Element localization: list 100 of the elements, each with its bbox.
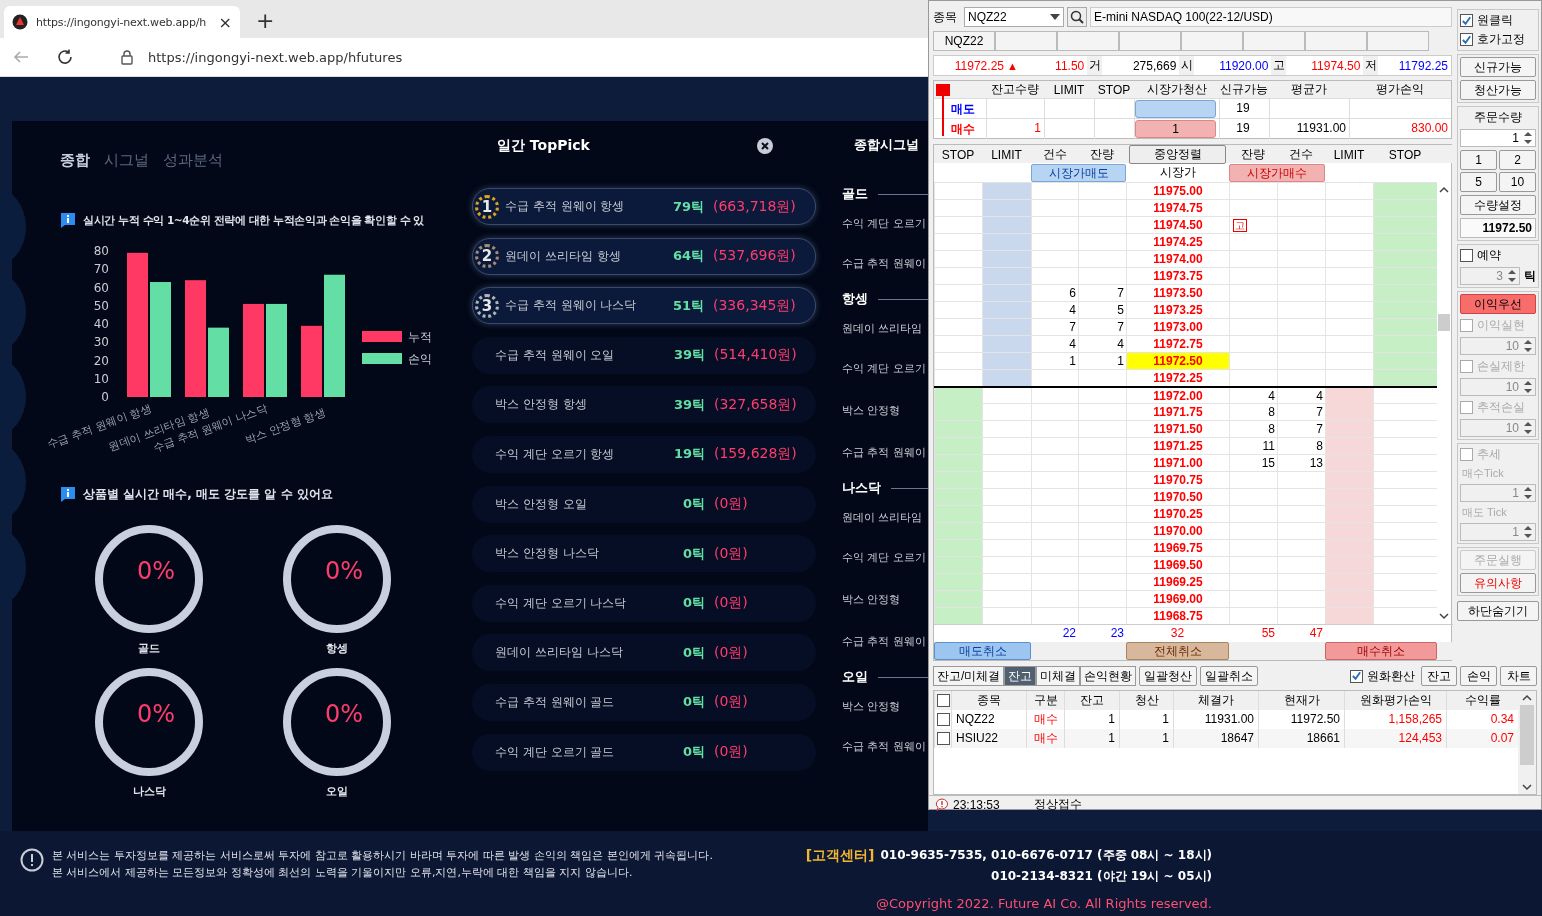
price-cell[interactable]: 11969.00	[1126, 591, 1229, 607]
price-cell[interactable]: 11969.50	[1126, 557, 1229, 573]
symbol-slot-button[interactable]: NQZ22	[933, 31, 995, 51]
order-cell[interactable]	[1325, 506, 1373, 522]
order-cell[interactable]	[1373, 285, 1437, 301]
preset-button[interactable]: 1	[1460, 150, 1497, 170]
ranking-item[interactable]: 박스 안정형 항셍 39틱 (327,658원)	[472, 386, 816, 424]
symbol-slot-button[interactable]	[995, 31, 1057, 51]
page-tab[interactable]: 종합	[60, 151, 90, 170]
ranking-item[interactable]: 1 수급 추적 원웨이 항셍 79틱 (663,718원)	[472, 188, 816, 225]
new-tab-button[interactable]: +	[248, 6, 283, 38]
preset-button[interactable]: 5	[1460, 172, 1497, 192]
order-cell[interactable]	[982, 251, 1031, 267]
symbol-slot-button[interactable]	[1181, 31, 1243, 51]
order-cell[interactable]	[1325, 557, 1373, 573]
dropdown-arrow-icon[interactable]	[1050, 14, 1060, 20]
price-cell[interactable]: 11969.75	[1126, 540, 1229, 556]
order-cell[interactable]	[1373, 200, 1437, 216]
symbol-slot-button[interactable]	[1305, 31, 1367, 51]
ranking-item[interactable]: 2 원데이 쓰리타임 항셍 64틱 (537,696원)	[472, 237, 816, 275]
order-cell[interactable]	[934, 404, 982, 420]
signal-item[interactable]: 수급 추적 원웨이	[842, 620, 926, 662]
signal-item[interactable]: 수익 계단 오르기	[842, 205, 926, 242]
order-cell[interactable]	[1325, 404, 1373, 420]
price-cell[interactable]: 11972.75	[1126, 336, 1229, 352]
order-cell[interactable]	[982, 285, 1031, 301]
order-cell[interactable]	[982, 336, 1031, 352]
page-tab[interactable]: 성과분석	[163, 151, 223, 170]
order-cell[interactable]	[1325, 438, 1373, 454]
order-cell[interactable]	[934, 421, 982, 437]
price-cell[interactable]: 11968.75	[1126, 608, 1229, 624]
panel-tab[interactable]: 미체결	[1036, 666, 1081, 686]
scroll-down-icon[interactable]	[1522, 783, 1532, 791]
ranking-item[interactable]: 원데이 쓰리타임 나스닥 0틱 (0원)	[472, 634, 816, 672]
scroll-down-icon[interactable]	[1439, 612, 1449, 620]
checkbox[interactable]	[936, 732, 950, 745]
price-cell[interactable]: 11972.50	[1126, 353, 1229, 369]
signal-item[interactable]: 박스 안정형	[842, 389, 901, 431]
reload-icon[interactable]	[56, 48, 74, 66]
order-cell[interactable]	[982, 268, 1031, 284]
price-cell[interactable]: 11974.75	[1126, 200, 1229, 216]
symbol-slot-button[interactable]	[1119, 31, 1181, 51]
signal-item[interactable]: 수급 추적 원웨이	[842, 242, 926, 284]
order-cell[interactable]	[934, 574, 982, 590]
cancel-sell-button[interactable]: 매도취소	[934, 642, 1031, 660]
checkbox[interactable]	[1349, 669, 1363, 683]
center-align-button[interactable]: 중앙정렬	[1129, 145, 1226, 164]
symbol-combo[interactable]: NQZ22	[964, 7, 1064, 27]
order-cell[interactable]	[1373, 251, 1437, 267]
signal-item[interactable]: 박스 안정형	[842, 688, 901, 725]
browser-tab[interactable]: https://ingongyi-next.web.app/h ×	[4, 6, 240, 38]
price-cell[interactable]: 11970.00	[1126, 523, 1229, 539]
price-cell[interactable]: 11973.25	[1126, 302, 1229, 318]
view-button[interactable]: 잔고	[1420, 666, 1458, 686]
signal-item[interactable]: 수익 계단 오르기	[842, 347, 926, 389]
order-cell[interactable]	[1373, 217, 1437, 233]
order-cell[interactable]	[1373, 268, 1437, 284]
order-cell[interactable]	[934, 388, 982, 404]
order-cell[interactable]	[934, 591, 982, 607]
price-cell[interactable]: 11973.50	[1126, 285, 1229, 301]
mode-button[interactable]: 청산가능	[1460, 80, 1536, 100]
cancel-buy-button[interactable]: 매수취소	[1325, 642, 1437, 660]
order-cell[interactable]	[1325, 388, 1373, 404]
ranking-item[interactable]: 3 수급 추적 원웨이 나스닥 51틱 (336,345원)	[472, 287, 816, 325]
order-cell[interactable]	[934, 489, 982, 505]
ranking-item[interactable]: 박스 안정형 나스닥 0틱 (0원)	[472, 535, 816, 573]
checkbox[interactable]	[1460, 33, 1473, 46]
order-cell[interactable]	[934, 540, 982, 556]
order-cell[interactable]	[1325, 421, 1373, 437]
price-cell[interactable]: 11970.50	[1126, 489, 1229, 505]
order-cell[interactable]	[1373, 183, 1437, 199]
order-cell[interactable]	[1325, 574, 1373, 590]
order-cell[interactable]	[934, 523, 982, 539]
order-cell[interactable]	[1373, 353, 1437, 369]
price-cell[interactable]: 11973.00	[1126, 319, 1229, 335]
priority-button[interactable]: 이익우선	[1460, 294, 1536, 314]
order-cell[interactable]	[982, 353, 1031, 369]
order-cell[interactable]	[934, 506, 982, 522]
order-cell[interactable]	[1325, 608, 1373, 624]
market-sell-button[interactable]: 시장가매도	[1031, 163, 1126, 182]
mode-button[interactable]: 신규가능	[1460, 57, 1536, 77]
order-cell[interactable]	[1325, 591, 1373, 607]
signal-item[interactable]: 수급 추적 원웨이	[842, 725, 926, 767]
spinner-field[interactable]: 1	[1460, 129, 1536, 147]
tab-close-button[interactable]: ×	[218, 12, 232, 32]
price-cell[interactable]: 11972.00	[1126, 388, 1229, 404]
order-cell[interactable]	[1325, 455, 1373, 471]
view-button[interactable]: 차트	[1500, 666, 1537, 686]
scrollbar[interactable]	[1518, 691, 1536, 794]
hide-bottom-button[interactable]: 하단숨기기	[1457, 601, 1539, 621]
order-cell[interactable]	[934, 608, 982, 624]
price-cell[interactable]: 11972.25	[1126, 370, 1229, 386]
order-cell[interactable]	[934, 438, 982, 454]
preset-button[interactable]: 10	[1499, 172, 1536, 192]
checkbox[interactable]	[1460, 14, 1473, 27]
panel-tab[interactable]: 잔고/미체결	[933, 666, 1005, 686]
bulk-button[interactable]: 일괄청산	[1139, 666, 1198, 686]
page-tab[interactable]: 시그널	[104, 151, 149, 170]
signal-item[interactable]: 박스 안정형	[842, 578, 901, 620]
price-cell[interactable]: 11971.50	[1126, 421, 1229, 437]
